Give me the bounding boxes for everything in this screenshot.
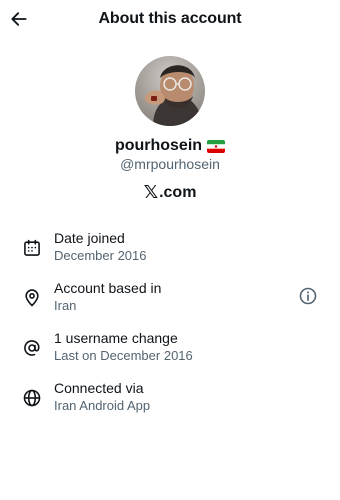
domain-label: 𝕏 .com [0,182,340,203]
top-bar: About this account [0,0,340,40]
detail-label: 1 username change [54,330,178,346]
profile-name-row: pourhosein [0,137,340,155]
domain-text: .com [159,183,197,201]
iran-flag-icon [207,139,226,153]
at-sign-icon [24,340,40,356]
detail-label: Connected via [54,380,144,396]
detail-value: Iran [54,298,77,313]
detail-label: Account based in [54,280,162,296]
page-title: About this account [98,10,242,27]
location-pin-icon [25,289,39,307]
detail-date-joined: Date joined December 2016 [0,228,340,272]
x-logo-icon: 𝕏 [143,182,159,202]
detail-label: Date joined [54,230,125,246]
detail-value: Iran Android App [54,398,151,413]
globe-icon [23,389,41,407]
detail-account-based-in: Account based in Iran [0,278,340,322]
display-name: pourhosein [114,137,203,154]
avatar[interactable] [135,56,205,126]
detail-value: Last on December 2016 [54,348,193,363]
detail-username-change: 1 username change Last on December 2016 [0,328,340,372]
calendar-icon [24,239,40,256]
detail-connected-via: Connected via Iran Android App [0,378,340,422]
username-handle: @mrpourhosein [120,156,220,172]
detail-value: December 2016 [54,248,147,263]
info-icon[interactable] [298,286,318,306]
